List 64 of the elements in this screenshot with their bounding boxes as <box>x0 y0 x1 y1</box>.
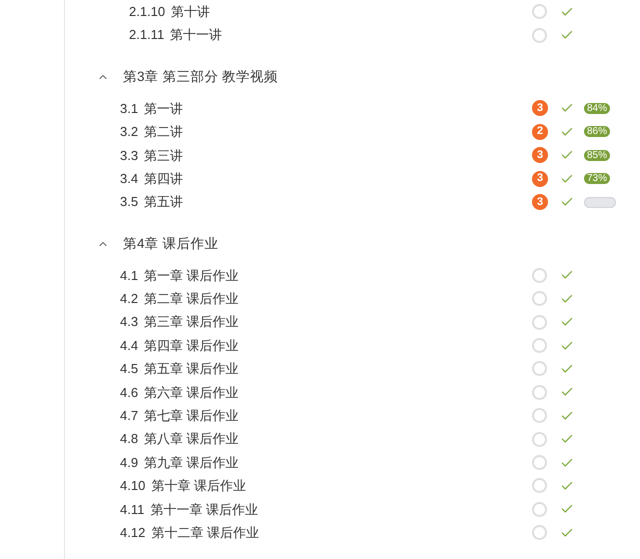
count-badge: 2 <box>532 124 548 140</box>
lesson-number: 4.6 <box>120 384 138 402</box>
status-ring-icon <box>532 314 547 330</box>
status-ring-icon <box>532 408 547 424</box>
lesson-title[interactable]: 第九章 课后作业 <box>144 452 239 472</box>
lesson-title[interactable]: 第八章 课后作业 <box>144 429 239 449</box>
progress-pill: 84% <box>584 102 610 114</box>
status-ring-icon <box>532 502 547 517</box>
lesson-number: 4.5 <box>120 360 138 378</box>
lesson-number: 2.1.11 <box>129 26 164 44</box>
lesson-title[interactable]: 第十一讲 <box>170 25 222 45</box>
progress-pill: 86% <box>584 126 610 138</box>
lesson-number: 3.2 <box>120 123 138 142</box>
status-ring-icon <box>532 525 547 540</box>
lesson-number: 4.9 <box>120 454 138 472</box>
lesson-number: 4.4 <box>120 336 138 355</box>
chapter-title[interactable]: 第3章 第三部分 教学视频 <box>123 66 278 87</box>
lesson-number: 4.11 <box>120 500 144 519</box>
status-ring-icon <box>532 361 547 376</box>
lesson-title[interactable]: 第一讲 <box>144 98 184 118</box>
status-ring-icon <box>532 291 547 306</box>
lesson-number: 4.10 <box>120 477 146 496</box>
count-badge: 3 <box>532 170 548 187</box>
count-badge: 3 <box>532 100 548 116</box>
lesson-title[interactable]: 第十二章 课后作业 <box>151 522 259 542</box>
count-badge: 3 <box>532 194 548 210</box>
lesson-number: 2.1.10 <box>129 2 166 21</box>
status-ring-icon <box>532 4 547 20</box>
lesson-number: 4.12 <box>120 524 146 542</box>
lesson-number: 4.3 <box>120 313 138 332</box>
lesson-number: 3.5 <box>120 193 138 212</box>
status-ring-icon <box>532 384 547 400</box>
lesson-title[interactable]: 第四讲 <box>144 168 184 188</box>
status-ring-icon <box>532 338 547 354</box>
status-ring-icon <box>532 478 547 494</box>
lesson-number: 3.4 <box>120 170 138 188</box>
lesson-title[interactable]: 第七章 课后作业 <box>144 406 239 426</box>
lesson-title[interactable]: 第四章 课后作业 <box>144 336 239 356</box>
status-ring-icon <box>532 432 547 447</box>
lesson-number: 4.8 <box>120 430 138 448</box>
lesson-number: 4.1 <box>120 266 138 285</box>
lesson-title[interactable]: 第二章 课后作业 <box>144 289 239 309</box>
lesson-number: 4.2 <box>120 290 138 308</box>
lesson-title[interactable]: 第六章 课后作业 <box>144 382 239 402</box>
lesson-title[interactable]: 第一章 课后作业 <box>144 266 239 286</box>
progress-pill: 73% <box>584 173 610 184</box>
lesson-title[interactable]: 第十章 课后作业 <box>151 476 246 496</box>
lesson-number: 3.1 <box>120 100 138 118</box>
chapter-title[interactable]: 第4章 课后作业 <box>123 234 218 254</box>
count-badge: 3 <box>532 147 548 164</box>
lesson-title[interactable]: 第十讲 <box>171 2 210 22</box>
lesson-number: 3.3 <box>120 146 138 164</box>
lesson-number: 4.7 <box>120 407 138 426</box>
lesson-title[interactable]: 第五讲 <box>144 192 184 212</box>
lesson-title[interactable]: 第二讲 <box>144 122 184 142</box>
status-ring-icon <box>532 268 547 283</box>
lesson-title[interactable]: 第五章 课后作业 <box>144 359 239 379</box>
status-ring-icon <box>532 455 547 470</box>
progress-pill <box>584 196 616 208</box>
lesson-title[interactable]: 第十一章 课后作业 <box>150 500 258 520</box>
lesson-title[interactable]: 第三章 课后作业 <box>144 312 239 332</box>
lesson-title[interactable]: 第三讲 <box>144 146 184 165</box>
progress-pill: 85% <box>584 150 610 161</box>
status-ring-icon <box>532 28 547 43</box>
